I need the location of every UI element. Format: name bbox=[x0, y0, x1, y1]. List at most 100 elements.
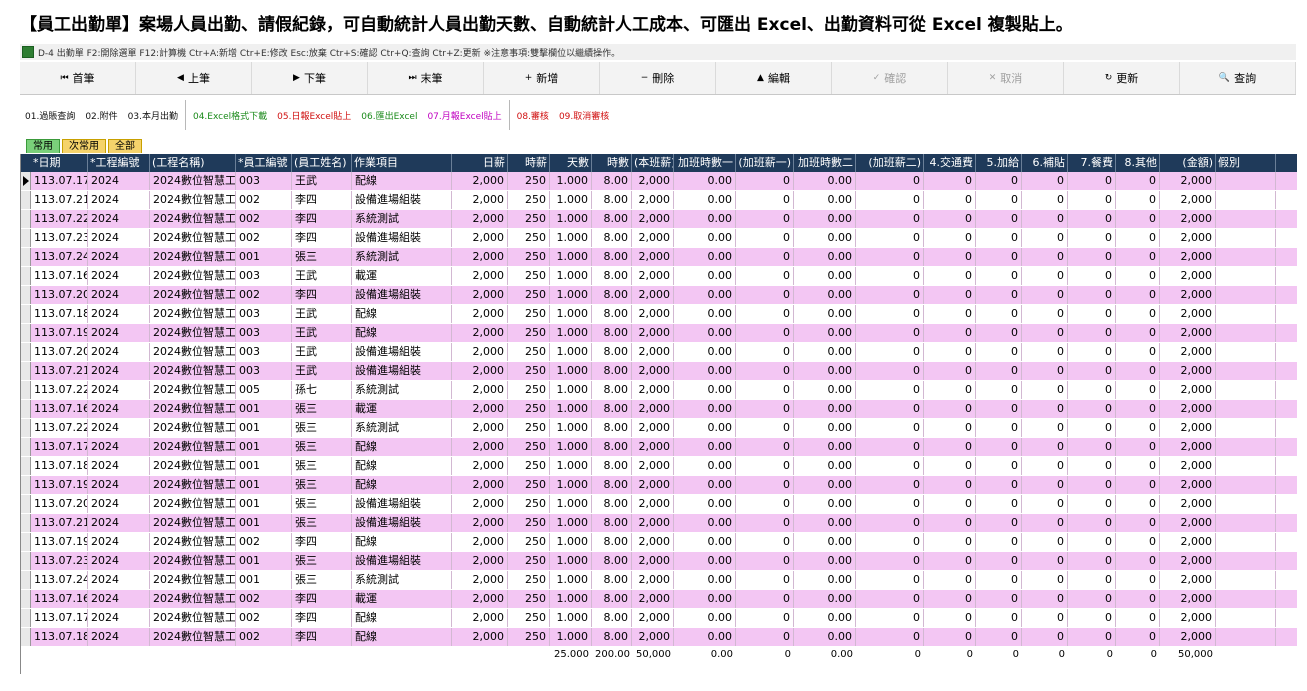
table-cell[interactable]: 2,000 bbox=[452, 552, 508, 570]
table-cell[interactable]: 0 bbox=[736, 191, 794, 209]
table-cell[interactable]: 113.07.17 bbox=[31, 172, 88, 190]
table-cell[interactable]: 1.000 bbox=[550, 248, 592, 266]
table-cell[interactable]: 2,000 bbox=[452, 476, 508, 494]
table-row[interactable]: 113.07.16 2024 2024數位智慧工 003 王武 載運 2,000 250 1.0… bbox=[21, 267, 1297, 285]
table-cell[interactable]: 2,000 bbox=[452, 229, 508, 247]
table-cell[interactable]: 0 bbox=[976, 552, 1022, 570]
column-header[interactable]: *工程編號 bbox=[88, 154, 150, 172]
row-selector[interactable] bbox=[21, 533, 31, 551]
table-cell[interactable]: 250 bbox=[508, 476, 550, 494]
table-cell[interactable]: 0 bbox=[736, 419, 794, 437]
table-cell[interactable]: 1.000 bbox=[550, 343, 592, 361]
table-cell[interactable]: 003 bbox=[236, 267, 292, 285]
table-cell[interactable]: 250 bbox=[508, 628, 550, 646]
table-cell[interactable]: 2024數位智慧工 bbox=[150, 590, 236, 608]
table-cell[interactable]: 002 bbox=[236, 229, 292, 247]
table-cell[interactable]: 8.00 bbox=[592, 438, 632, 456]
table-cell[interactable]: 113.07.20 bbox=[31, 343, 88, 361]
table-cell[interactable]: 0.00 bbox=[794, 552, 856, 570]
table-cell[interactable]: 2,000 bbox=[452, 571, 508, 589]
table-cell[interactable]: 配線 bbox=[352, 305, 452, 323]
table-cell[interactable]: 2,000 bbox=[452, 191, 508, 209]
table-cell[interactable]: 0 bbox=[924, 495, 976, 513]
table-cell[interactable]: 2024數位智慧工 bbox=[150, 362, 236, 380]
table-cell[interactable]: 0 bbox=[1116, 305, 1160, 323]
table-cell[interactable]: 0 bbox=[1022, 267, 1068, 285]
table-cell[interactable]: 2,000 bbox=[632, 172, 674, 190]
table-cell[interactable]: 0 bbox=[924, 229, 976, 247]
table-cell[interactable]: 0 bbox=[856, 628, 924, 646]
table-cell[interactable]: 2,000 bbox=[1160, 495, 1216, 513]
table-cell[interactable]: 2024 bbox=[88, 533, 150, 551]
table-cell[interactable]: 2,000 bbox=[1160, 229, 1216, 247]
table-cell[interactable]: 250 bbox=[508, 609, 550, 627]
table-cell[interactable]: 0 bbox=[1068, 438, 1116, 456]
function-button-9[interactable]: 09.取消審核 bbox=[554, 96, 614, 134]
table-cell[interactable]: 2,000 bbox=[452, 495, 508, 513]
confirm-button[interactable]: ✓ 確認 bbox=[832, 62, 948, 94]
table-cell[interactable]: 0.00 bbox=[674, 191, 736, 209]
table-cell[interactable]: 2,000 bbox=[1160, 457, 1216, 475]
table-cell[interactable]: 2,000 bbox=[632, 400, 674, 418]
table-cell[interactable]: 0 bbox=[976, 495, 1022, 513]
table-cell[interactable]: 0 bbox=[976, 343, 1022, 361]
table-cell[interactable]: 0.00 bbox=[674, 362, 736, 380]
table-cell[interactable]: 0 bbox=[1116, 438, 1160, 456]
table-cell[interactable]: 8.00 bbox=[592, 552, 632, 570]
table-cell[interactable]: 0 bbox=[1116, 457, 1160, 475]
table-cell[interactable]: 8.00 bbox=[592, 210, 632, 228]
table-cell[interactable]: 0 bbox=[1116, 609, 1160, 627]
table-cell[interactable]: 0 bbox=[1022, 457, 1068, 475]
table-cell[interactable]: 0.00 bbox=[674, 419, 736, 437]
table-cell[interactable]: 王武 bbox=[292, 172, 352, 190]
table-cell[interactable]: 0 bbox=[1116, 419, 1160, 437]
table-cell[interactable]: 2,000 bbox=[452, 419, 508, 437]
table-cell[interactable]: 2024 bbox=[88, 552, 150, 570]
table-cell[interactable]: 113.07.17 bbox=[31, 609, 88, 627]
table-cell[interactable]: 0 bbox=[924, 267, 976, 285]
table-cell[interactable]: 2024 bbox=[88, 400, 150, 418]
table-cell[interactable]: 001 bbox=[236, 571, 292, 589]
row-selector[interactable] bbox=[21, 362, 31, 380]
table-cell[interactable]: 2024 bbox=[88, 286, 150, 304]
table-cell[interactable]: 0.00 bbox=[794, 324, 856, 342]
table-cell[interactable]: 0 bbox=[1068, 476, 1116, 494]
table-cell[interactable]: 113.07.16 bbox=[31, 400, 88, 418]
table-cell[interactable]: 2024 bbox=[88, 210, 150, 228]
table-cell[interactable]: 250 bbox=[508, 343, 550, 361]
table-cell[interactable]: 2,000 bbox=[1160, 286, 1216, 304]
table-cell[interactable] bbox=[1216, 457, 1276, 475]
table-cell[interactable]: 2,000 bbox=[1160, 590, 1216, 608]
tab-2[interactable]: 次常用 bbox=[62, 139, 106, 153]
table-cell[interactable]: 1.000 bbox=[550, 533, 592, 551]
table-cell[interactable]: 2,000 bbox=[452, 590, 508, 608]
column-header[interactable]: (本班薪) bbox=[632, 154, 674, 172]
table-cell[interactable]: 2024數位智慧工 bbox=[150, 343, 236, 361]
table-cell[interactable]: 2024 bbox=[88, 229, 150, 247]
table-cell[interactable]: 2,000 bbox=[452, 210, 508, 228]
column-header[interactable]: (金額) bbox=[1160, 154, 1216, 172]
table-cell[interactable] bbox=[1216, 419, 1276, 437]
table-cell[interactable]: 2024數位智慧工 bbox=[150, 533, 236, 551]
table-row[interactable]: 113.07.24 2024 2024數位智慧工 001 張三 系統測試 2,000 250 1… bbox=[21, 571, 1297, 589]
table-cell[interactable]: 2024數位智慧工 bbox=[150, 305, 236, 323]
table-cell[interactable]: 0 bbox=[736, 229, 794, 247]
table-cell[interactable]: 005 bbox=[236, 381, 292, 399]
table-cell[interactable]: 設備進場組裝 bbox=[352, 229, 452, 247]
table-cell[interactable]: 0 bbox=[1068, 324, 1116, 342]
table-cell[interactable]: 1.000 bbox=[550, 305, 592, 323]
table-cell[interactable]: 2,000 bbox=[632, 229, 674, 247]
table-cell[interactable]: 0.00 bbox=[674, 438, 736, 456]
table-cell[interactable]: 0 bbox=[924, 552, 976, 570]
table-cell[interactable]: 王武 bbox=[292, 343, 352, 361]
table-cell[interactable]: 0 bbox=[1116, 533, 1160, 551]
table-cell[interactable]: 001 bbox=[236, 438, 292, 456]
table-row[interactable]: 113.07.21 2024 2024數位智慧工 002 李四 設備進場組裝 2,000 25… bbox=[21, 191, 1297, 209]
table-cell[interactable]: 0 bbox=[856, 552, 924, 570]
column-header[interactable]: 8.其他 bbox=[1116, 154, 1160, 172]
table-cell[interactable]: 0 bbox=[736, 362, 794, 380]
table-cell[interactable]: 0 bbox=[1116, 552, 1160, 570]
table-cell[interactable]: 0 bbox=[976, 533, 1022, 551]
table-cell[interactable]: 李四 bbox=[292, 533, 352, 551]
table-cell[interactable]: 2,000 bbox=[632, 191, 674, 209]
